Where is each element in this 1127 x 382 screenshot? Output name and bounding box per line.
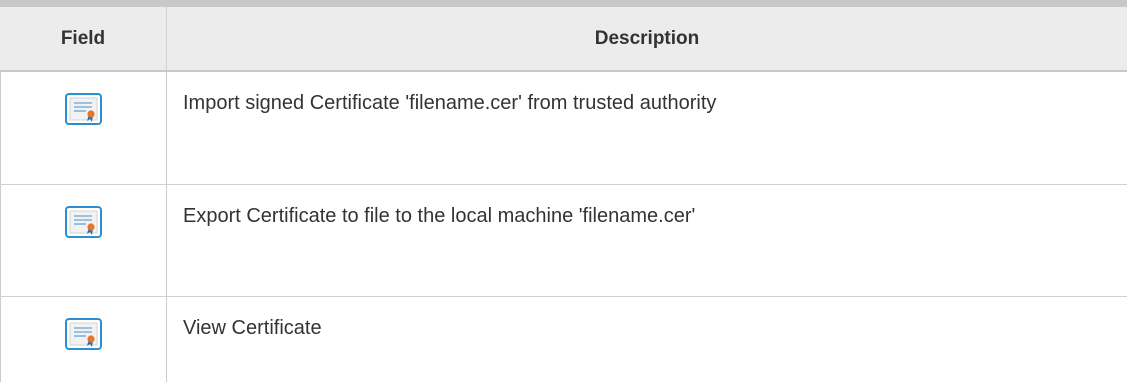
row-description: View Certificate <box>183 317 322 339</box>
certificate-icon[interactable] <box>65 93 102 125</box>
table-row: Import signed Certificate 'filename.cer'… <box>0 72 1127 185</box>
table-row: Export Certificate to file to the local … <box>0 185 1127 297</box>
field-description-table: Field Description Import signed Certific… <box>0 0 1127 382</box>
header-field: Field <box>0 7 167 70</box>
table-row: View Certificate <box>0 297 1127 382</box>
certificate-icon[interactable] <box>65 318 102 350</box>
row-description: Export Certificate to file to the local … <box>183 205 696 227</box>
header-description: Description <box>594 27 700 49</box>
certificate-icon[interactable] <box>65 206 102 238</box>
row-description: Import signed Certificate 'filename.cer'… <box>183 92 717 114</box>
table-header-row: Field Description <box>0 7 1127 72</box>
table-top-border <box>0 0 1127 7</box>
